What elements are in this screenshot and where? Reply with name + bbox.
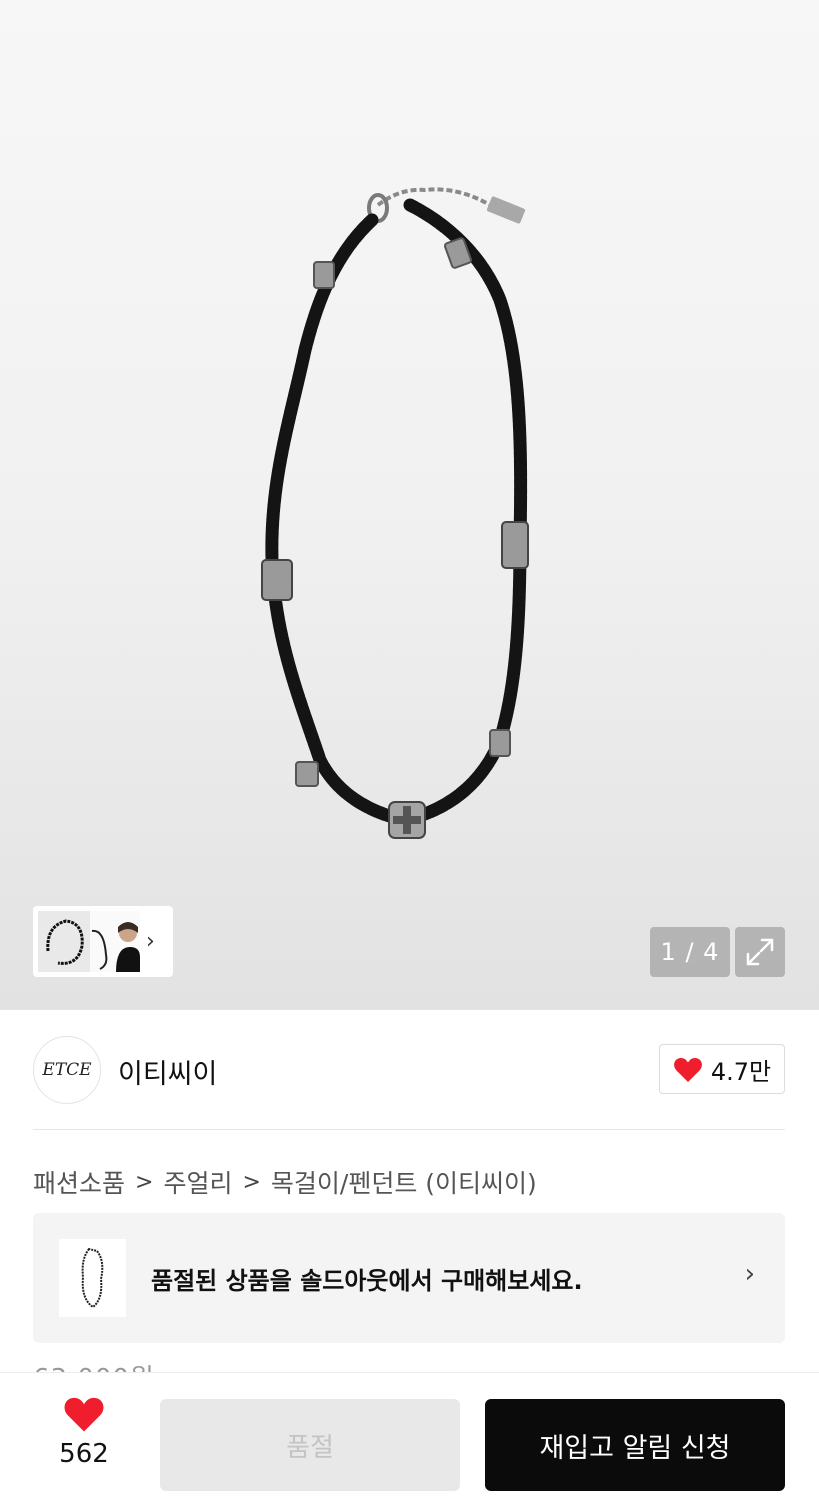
banner-product-thumbnail xyxy=(59,1239,126,1317)
wish-button[interactable]: 562 xyxy=(50,1395,118,1469)
thumbnail-necklace[interactable] xyxy=(38,911,90,972)
product-image-gallery[interactable]: › 1 / 4 xyxy=(0,0,819,1010)
bottom-action-bar: 562 품절 재입고 알림 신청 xyxy=(0,1372,819,1500)
expand-image-button[interactable] xyxy=(735,927,785,977)
brand-logo[interactable]: ETCE xyxy=(33,1036,101,1104)
thumbnail-model[interactable] xyxy=(90,911,140,972)
wish-count: 562 xyxy=(59,1439,109,1469)
soldout-button[interactable]: 품절 xyxy=(160,1399,460,1491)
section-divider xyxy=(33,1129,785,1130)
brand-like-button[interactable]: 4.7만 xyxy=(659,1044,785,1094)
breadcrumb-item-necklace[interactable]: 목걸이/펜던트 (이티씨이) xyxy=(271,1164,537,1200)
breadcrumb-chevron-icon: > xyxy=(242,1169,261,1195)
soldout-banner-text: 품절된 상품을 솔드아웃에서 구매해보세요. xyxy=(151,1267,583,1295)
breadcrumb: 패션소품 > 주얼리 > 목걸이/펜던트 (이티씨이) xyxy=(33,1164,537,1200)
chevron-right-icon: › xyxy=(744,1259,755,1289)
image-page-counter: 1 / 4 xyxy=(650,927,730,977)
breadcrumb-chevron-icon: > xyxy=(135,1169,154,1195)
thumbnail-strip[interactable]: › xyxy=(33,906,173,977)
soldout-resale-banner[interactable]: 품절된 상품을 솔드아웃에서 구매해보세요. › xyxy=(33,1213,785,1343)
breadcrumb-item-jewelry[interactable]: 주얼리 xyxy=(163,1164,232,1200)
restock-alert-button[interactable]: 재입고 알림 신청 xyxy=(485,1399,785,1491)
brand-row: ETCE 이티씨이 4.7만 xyxy=(33,1036,785,1104)
product-image-necklace xyxy=(261,187,529,839)
heart-icon xyxy=(64,1397,104,1432)
breadcrumb-item-fashion-accessories[interactable]: 패션소품 xyxy=(33,1164,125,1200)
expand-icon xyxy=(746,938,774,966)
heart-icon xyxy=(673,1057,702,1082)
brand-name[interactable]: 이티씨이 xyxy=(118,1052,217,1091)
thumbnail-next-chevron-icon[interactable]: › xyxy=(146,930,155,953)
brand-like-count: 4.7만 xyxy=(710,1057,772,1086)
